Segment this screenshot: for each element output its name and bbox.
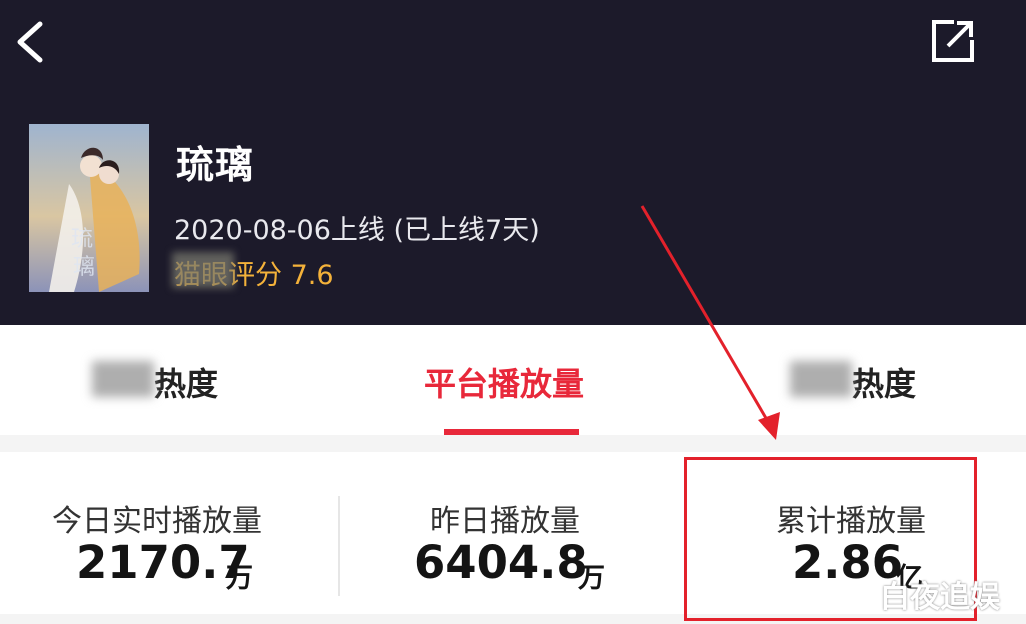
- divider: [338, 496, 340, 596]
- share-icon: [932, 20, 974, 62]
- header-panel: 琉 璃 琉璃 2020-08-06上线 (已上线7天) 猫眼评分 7.6: [0, 0, 1026, 325]
- poster-image[interactable]: 琉 璃: [29, 124, 149, 292]
- chevron-left-icon: [17, 21, 43, 63]
- blur-mask: [790, 361, 852, 397]
- watermark: 白夜追娱: [880, 580, 1000, 615]
- today-plays-label: 今日实时播放量: [52, 504, 262, 539]
- today-plays-value: 2170.7: [76, 536, 250, 589]
- score-value: 7.6: [290, 260, 334, 291]
- tab-platform-plays[interactable]: 平台播放量: [424, 359, 584, 405]
- back-button[interactable]: [14, 20, 54, 64]
- svg-text:琉: 琉: [71, 227, 93, 252]
- share-button[interactable]: [930, 18, 976, 64]
- tab-label: 热度: [852, 365, 917, 403]
- tab-bar: 热度 平台播放量 热度: [0, 325, 1026, 435]
- yesterday-plays-unit: 万: [578, 563, 605, 594]
- yesterday-plays-value: 6404.8: [414, 536, 588, 589]
- tab-label: 热度: [154, 365, 219, 403]
- drama-title: 琉璃: [176, 143, 255, 187]
- yesterday-plays-label: 昨日播放量: [430, 504, 580, 539]
- svg-text:璃: 璃: [73, 255, 95, 280]
- blur-mask: [172, 252, 234, 288]
- blur-mask: [92, 361, 154, 397]
- active-tab-indicator: [444, 429, 579, 435]
- today-plays-unit: 万: [226, 563, 253, 594]
- release-date: 2020-08-06上线 (已上线7天): [174, 215, 540, 246]
